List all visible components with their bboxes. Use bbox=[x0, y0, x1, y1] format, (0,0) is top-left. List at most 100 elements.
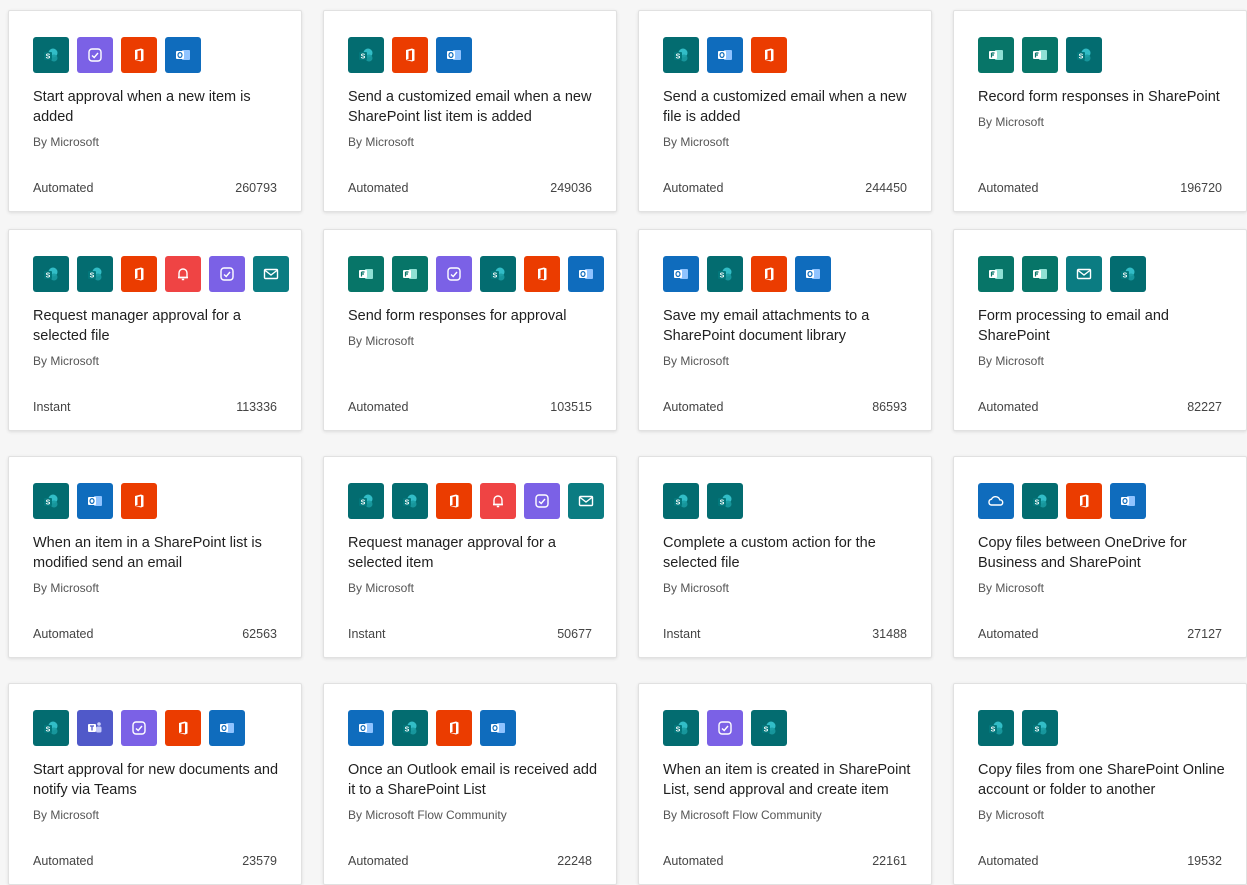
approvals-icon bbox=[77, 37, 113, 73]
svg-text:S: S bbox=[1079, 54, 1084, 61]
template-title[interactable]: Request manager approval for a selected … bbox=[33, 306, 283, 346]
sharepoint-icon: S bbox=[1022, 483, 1058, 519]
template-card[interactable]: S Copy files between OneDrive for Busines… bbox=[953, 456, 1247, 658]
sharepoint-icon: S bbox=[663, 37, 699, 73]
sharepoint-icon: S bbox=[33, 256, 69, 292]
connector-icons: S bbox=[978, 483, 1146, 519]
template-title[interactable]: Save my email attachments to a SharePoin… bbox=[663, 306, 913, 346]
flow-type: Automated bbox=[663, 181, 724, 195]
svg-text:S: S bbox=[405, 727, 410, 734]
template-title[interactable]: Start approval when a new item is added bbox=[33, 87, 283, 127]
template-card[interactable]: S Once an Outlook email is received add i… bbox=[323, 683, 617, 885]
template-author: By Microsoft bbox=[978, 115, 1045, 129]
usage-count: 103515 bbox=[550, 400, 592, 414]
connector-icons: S bbox=[348, 256, 604, 292]
template-card[interactable]: S Form processing to email and SharePoint… bbox=[953, 229, 1247, 431]
template-title[interactable]: Form processing to email and SharePoint bbox=[978, 306, 1228, 346]
template-title[interactable]: When an item in a SharePoint list is mod… bbox=[33, 533, 283, 573]
connector-icons: S bbox=[348, 710, 516, 746]
template-card[interactable]: S Record form responses in SharePoint By M… bbox=[953, 10, 1247, 212]
sharepoint-icon: S bbox=[707, 256, 743, 292]
template-card[interactable]: S S Complete a custom action for the selec… bbox=[638, 456, 932, 658]
template-card[interactable]: S Send a customized email when a new file… bbox=[638, 10, 932, 212]
svg-text:S: S bbox=[46, 727, 51, 734]
connector-icons: SS bbox=[663, 483, 743, 519]
svg-text:S: S bbox=[1035, 500, 1040, 507]
sharepoint-icon: S bbox=[1110, 256, 1146, 292]
svg-text:S: S bbox=[676, 500, 681, 507]
connector-icons: SS bbox=[663, 710, 787, 746]
usage-count: 27127 bbox=[1187, 627, 1222, 641]
office-icon bbox=[392, 37, 428, 73]
sharepoint-icon: S bbox=[33, 710, 69, 746]
forms-icon bbox=[978, 256, 1014, 292]
template-title[interactable]: Record form responses in SharePoint bbox=[978, 87, 1228, 107]
template-author: By Microsoft Flow Community bbox=[663, 808, 822, 822]
svg-text:S: S bbox=[493, 273, 498, 280]
usage-count: 31488 bbox=[872, 627, 907, 641]
template-card[interactable]: S Send form responses for approval By Micr… bbox=[323, 229, 617, 431]
office-icon bbox=[121, 483, 157, 519]
template-card[interactable]: S S Request manager approval for a selecte… bbox=[8, 229, 302, 431]
flow-type: Instant bbox=[348, 627, 386, 641]
template-title[interactable]: When an item is created in SharePoint Li… bbox=[663, 760, 913, 800]
flow-type: Automated bbox=[978, 400, 1039, 414]
flow-type: Automated bbox=[348, 854, 409, 868]
usage-count: 50677 bbox=[557, 627, 592, 641]
svg-text:S: S bbox=[720, 273, 725, 280]
svg-text:S: S bbox=[1123, 273, 1128, 280]
flow-type: Automated bbox=[978, 627, 1039, 641]
template-card[interactable]: S Start approval when a new item is added… bbox=[8, 10, 302, 212]
svg-text:S: S bbox=[1035, 727, 1040, 734]
usage-count: 19532 bbox=[1187, 854, 1222, 868]
template-title[interactable]: Copy files between OneDrive for Business… bbox=[978, 533, 1228, 573]
notification-icon bbox=[480, 483, 516, 519]
template-card[interactable]: S S Copy files from one SharePoint Online … bbox=[953, 683, 1247, 885]
template-title[interactable]: Send a customized email when a new file … bbox=[663, 87, 913, 127]
forms-icon bbox=[392, 256, 428, 292]
forms-icon bbox=[348, 256, 384, 292]
office-icon bbox=[121, 256, 157, 292]
connector-icons: S bbox=[978, 37, 1102, 73]
template-card[interactable]: S Send a customized email when a new Shar… bbox=[323, 10, 617, 212]
template-card[interactable]: S When an item in a SharePoint list is mo… bbox=[8, 456, 302, 658]
sharepoint-icon: S bbox=[707, 483, 743, 519]
outlook-icon bbox=[77, 483, 113, 519]
template-card[interactable]: S S When an item is created in SharePoint … bbox=[638, 683, 932, 885]
template-author: By Microsoft bbox=[663, 581, 730, 595]
sharepoint-icon: S bbox=[392, 483, 428, 519]
template-title[interactable]: Once an Outlook email is received add it… bbox=[348, 760, 598, 800]
svg-text:S: S bbox=[991, 727, 996, 734]
notification-icon bbox=[165, 256, 201, 292]
svg-text:S: S bbox=[361, 54, 366, 61]
approvals-icon bbox=[707, 710, 743, 746]
template-title[interactable]: Send form responses for approval bbox=[348, 306, 598, 326]
template-author: By Microsoft bbox=[978, 354, 1045, 368]
outlook-icon bbox=[795, 256, 831, 292]
svg-text:S: S bbox=[676, 54, 681, 61]
office-icon bbox=[751, 37, 787, 73]
sharepoint-icon: S bbox=[33, 37, 69, 73]
template-card[interactable]: S Start approval for new documents and no… bbox=[8, 683, 302, 885]
outlook-icon bbox=[436, 37, 472, 73]
connector-icons: S bbox=[33, 37, 201, 73]
template-title[interactable]: Complete a custom action for the selecte… bbox=[663, 533, 913, 573]
outlook-icon bbox=[165, 37, 201, 73]
template-title[interactable]: Start approval for new documents and not… bbox=[33, 760, 283, 800]
connector-icons: S bbox=[663, 256, 831, 292]
template-title[interactable]: Send a customized email when a new Share… bbox=[348, 87, 598, 127]
onedrive-icon bbox=[978, 483, 1014, 519]
template-title[interactable]: Copy files from one SharePoint Online ac… bbox=[978, 760, 1228, 800]
sharepoint-icon: S bbox=[348, 483, 384, 519]
template-card[interactable]: S Save my email attachments to a SharePoi… bbox=[638, 229, 932, 431]
usage-count: 113336 bbox=[236, 400, 277, 414]
sharepoint-icon: S bbox=[33, 483, 69, 519]
usage-count: 62563 bbox=[242, 627, 277, 641]
flow-type: Automated bbox=[978, 181, 1039, 195]
mail-icon bbox=[253, 256, 289, 292]
connector-icons: SS bbox=[33, 256, 289, 292]
template-card[interactable]: S S Request manager approval for a selecte… bbox=[323, 456, 617, 658]
forms-icon bbox=[1022, 256, 1058, 292]
office-icon bbox=[436, 483, 472, 519]
template-title[interactable]: Request manager approval for a selected … bbox=[348, 533, 598, 573]
